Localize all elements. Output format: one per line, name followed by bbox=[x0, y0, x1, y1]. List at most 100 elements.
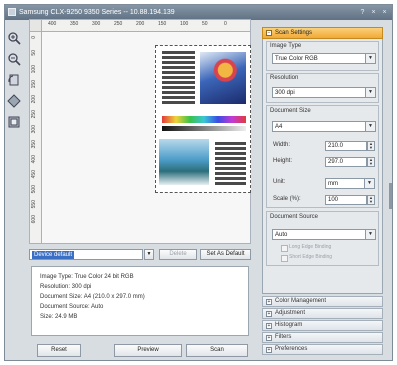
window-title: Samsung CLX-9250 9350 Series -- 10.88.19… bbox=[19, 9, 175, 16]
ruler-tick: 150 bbox=[158, 21, 167, 27]
expand-icon: + bbox=[266, 323, 272, 329]
section-preferences[interactable]: + Preferences bbox=[262, 344, 383, 355]
info-resolution: Resolution: 300 dpi bbox=[40, 284, 92, 290]
section-adjustment[interactable]: + Adjustment bbox=[262, 308, 383, 319]
resolution-value: 300 dpi bbox=[275, 90, 295, 96]
expand-icon: + bbox=[266, 347, 272, 353]
zoom-out-icon[interactable] bbox=[4, 49, 24, 69]
scan-area-dropdown[interactable]: ▼ bbox=[144, 249, 154, 260]
ruler-tick: 500 bbox=[31, 185, 37, 194]
scale-spin-icon[interactable]: ▲ ▼ bbox=[367, 195, 375, 205]
ruler-tick: 0 bbox=[31, 36, 37, 39]
balloon-photo bbox=[200, 52, 246, 104]
ruler-tick: 600 bbox=[31, 215, 37, 224]
chevron-down-icon: ▼ bbox=[365, 230, 375, 239]
width-spin-icon[interactable]: ▲ ▼ bbox=[367, 141, 375, 151]
image-type-select[interactable]: True Color RGB ▼ bbox=[272, 53, 376, 64]
chevron-down-icon: ▼ bbox=[365, 122, 375, 131]
scan-settings-header[interactable]: − Scan Settings bbox=[262, 27, 383, 39]
width-stepper[interactable]: 210.0 bbox=[325, 141, 367, 151]
scale-value: 100 bbox=[328, 197, 339, 203]
title-bar: Samsung CLX-9250 9350 Series -- 10.88.19… bbox=[5, 5, 392, 20]
short-edge-checkbox[interactable]: Short Edge Binding bbox=[281, 254, 332, 262]
scanned-document[interactable] bbox=[155, 45, 251, 193]
ruler-tick: 400 bbox=[31, 155, 37, 164]
minimize-button[interactable]: × bbox=[370, 5, 377, 20]
ruler-tick: 300 bbox=[31, 125, 37, 134]
chevron-down-icon: ▼ bbox=[365, 88, 375, 97]
info-image-type: Image Type: True Color 24 bit RGB bbox=[40, 274, 134, 280]
resize-grip[interactable] bbox=[389, 183, 392, 209]
zoom-in-icon[interactable] bbox=[4, 28, 24, 48]
image-type-label: Image Type bbox=[270, 43, 302, 49]
resolution-label: Resolution bbox=[270, 75, 299, 81]
ruler-tick: 300 bbox=[92, 21, 101, 27]
ruler-tick: 50 bbox=[31, 50, 37, 56]
ruler-left: 0 50 100 150 200 250 300 350 400 450 500… bbox=[30, 32, 42, 243]
ruler-top: 400 350 300 250 200 150 100 50 0 bbox=[42, 20, 250, 32]
scale-stepper[interactable]: 100 bbox=[325, 195, 367, 205]
ruler-tick: 150 bbox=[31, 80, 37, 89]
ruler-tick: 250 bbox=[31, 110, 37, 119]
scan-button[interactable]: Scan bbox=[186, 344, 248, 357]
ruler-tick: 350 bbox=[31, 140, 37, 149]
chevron-down-icon: ▼ bbox=[364, 179, 374, 188]
app-icon bbox=[8, 8, 16, 16]
height-label: Height: bbox=[273, 158, 293, 164]
help-button[interactable]: ? bbox=[359, 5, 366, 20]
long-edge-checkbox[interactable]: Long Edge Binding bbox=[281, 244, 331, 252]
document-size-select[interactable]: A4 ▼ bbox=[272, 121, 376, 132]
document-source-label: Document Source bbox=[270, 214, 319, 220]
landscape-photo bbox=[159, 139, 209, 185]
unit-value: mm bbox=[328, 181, 338, 187]
image-type-value: True Color RGB bbox=[275, 56, 318, 62]
gray-ramp bbox=[162, 126, 246, 131]
section-label: Preferences bbox=[275, 346, 308, 352]
ruler-tick: 400 bbox=[48, 21, 57, 27]
preview-button[interactable]: Preview bbox=[114, 344, 182, 357]
document-size-value: A4 bbox=[275, 124, 283, 130]
section-filters[interactable]: + Filters bbox=[262, 332, 383, 343]
section-color-management[interactable]: + Color Management bbox=[262, 296, 383, 307]
scan-area-row: Device default ▼ Delete Set As Default bbox=[29, 249, 251, 261]
section-label: Filters bbox=[275, 334, 292, 340]
crop-icon[interactable] bbox=[4, 112, 24, 132]
width-value: 210.0 bbox=[328, 143, 344, 149]
preview-canvas[interactable] bbox=[43, 33, 251, 243]
height-spin-icon[interactable]: ▲ ▼ bbox=[367, 157, 375, 167]
ruler-tick: 550 bbox=[31, 200, 37, 209]
delete-button[interactable]: Delete bbox=[159, 249, 197, 260]
resolution-select[interactable]: 300 dpi ▼ bbox=[272, 87, 376, 98]
scan-area-select[interactable]: Device default bbox=[29, 249, 143, 260]
info-document-size: Document Size: A4 (210.0 x 297.0 mm) bbox=[40, 294, 145, 300]
document-source-select[interactable]: Auto ▼ bbox=[272, 229, 376, 240]
ruler-tick: 250 bbox=[114, 21, 123, 27]
ruler-tick: 200 bbox=[136, 21, 145, 27]
scan-info-box: Image Type: True Color 24 bit RGB Resolu… bbox=[31, 266, 249, 336]
section-label: Color Management bbox=[275, 298, 327, 304]
ruler-tick: 0 bbox=[224, 21, 227, 27]
color-spectrum bbox=[162, 116, 246, 123]
scan-settings-title: Scan Settings bbox=[275, 30, 313, 36]
scan-area-value: Device default bbox=[32, 251, 75, 259]
height-stepper[interactable]: 297.0 bbox=[325, 157, 367, 167]
preview-pane[interactable]: 400 350 300 250 200 150 100 50 0 0 50 10… bbox=[29, 19, 251, 244]
section-label: Histogram bbox=[275, 322, 303, 328]
set-as-default-button[interactable]: Set As Default bbox=[200, 249, 251, 260]
document-size-label: Document Size bbox=[270, 108, 311, 114]
rotate-icon[interactable] bbox=[4, 70, 24, 90]
chevron-down-icon: ▼ bbox=[365, 54, 375, 63]
ruler-tick: 450 bbox=[31, 170, 37, 179]
scale-label: Scale (%): bbox=[273, 196, 301, 202]
info-document-source: Document Source: Auto bbox=[40, 304, 104, 310]
document-source-value: Auto bbox=[275, 232, 288, 238]
collapse-icon[interactable]: − bbox=[266, 30, 272, 36]
ruler-tick: 200 bbox=[31, 95, 37, 104]
unit-select[interactable]: mm ▼ bbox=[325, 178, 375, 189]
close-button[interactable]: × bbox=[381, 5, 388, 20]
flip-icon[interactable] bbox=[4, 91, 24, 111]
section-histogram[interactable]: + Histogram bbox=[262, 320, 383, 331]
ruler-tick: 100 bbox=[31, 65, 37, 74]
info-size: Size: 24.9 MB bbox=[40, 314, 78, 320]
reset-button[interactable]: Reset bbox=[37, 344, 81, 357]
